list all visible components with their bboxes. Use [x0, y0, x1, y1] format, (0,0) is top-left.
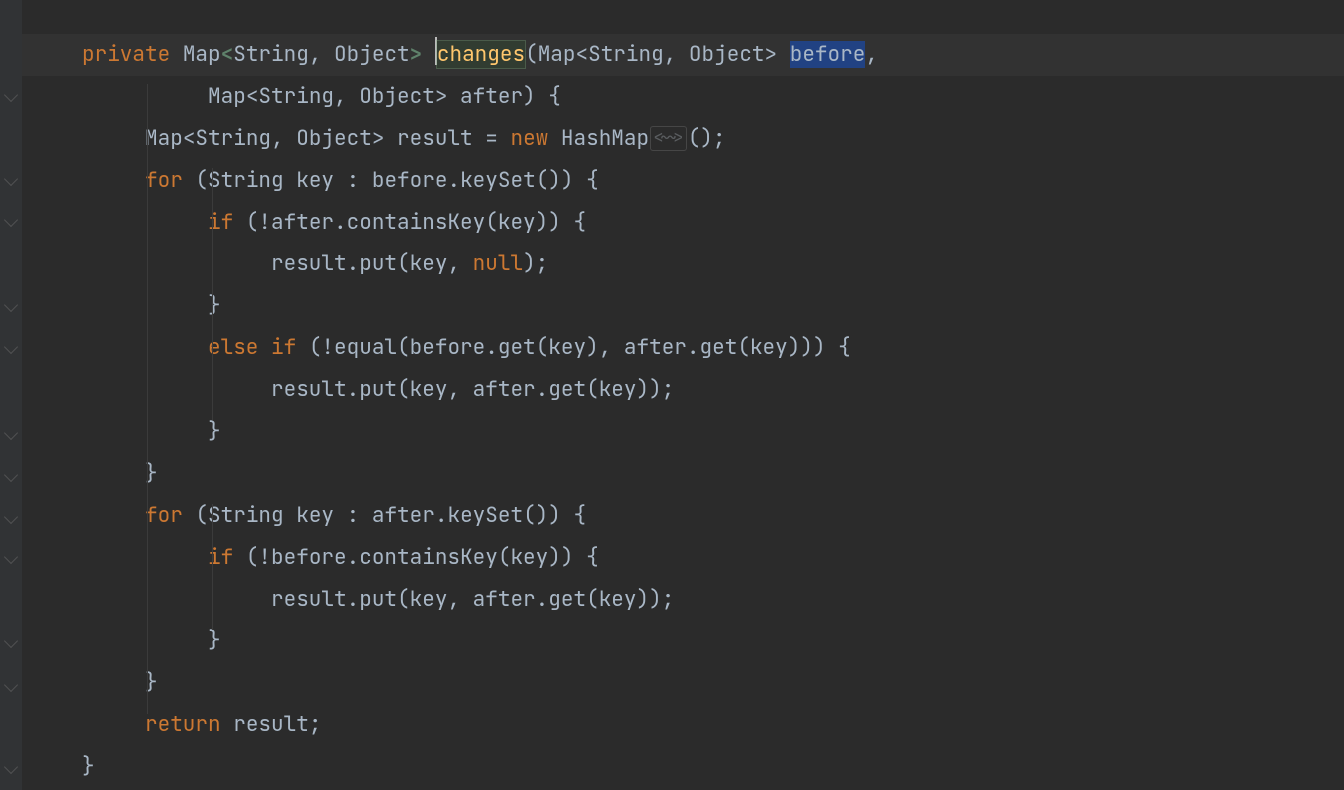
- fold-marker-icon[interactable]: [4, 510, 18, 524]
- code-line[interactable]: for (String key : after.keySet()) {: [22, 495, 1344, 537]
- code-line[interactable]: }: [22, 746, 1344, 788]
- code-line[interactable]: else if (!equal(before.get(key), after.g…: [22, 327, 1344, 369]
- fold-marker-icon[interactable]: [4, 634, 18, 648]
- fold-marker-icon[interactable]: [4, 550, 18, 564]
- code-line[interactable]: }: [22, 285, 1344, 327]
- code-line[interactable]: }: [22, 453, 1344, 495]
- code-line[interactable]: result.put(key, after.get(key));: [22, 369, 1344, 411]
- fold-marker-icon[interactable]: [4, 213, 18, 227]
- code-line[interactable]: result.put(key, null);: [22, 243, 1344, 285]
- fold-marker-icon[interactable]: [4, 468, 18, 482]
- code-line[interactable]: result.put(key, after.get(key));: [22, 579, 1344, 621]
- editor-gutter: [0, 0, 22, 790]
- inlay-hint: <~>: [650, 126, 687, 151]
- method-name: changes: [437, 41, 525, 68]
- fold-marker-icon[interactable]: [4, 760, 18, 774]
- fold-marker-icon[interactable]: [4, 426, 18, 440]
- code-line[interactable]: return result;: [22, 704, 1344, 746]
- fold-marker-icon[interactable]: [4, 172, 18, 186]
- code-line[interactable]: }: [22, 411, 1344, 453]
- code-line[interactable]: private Map<String, Object> changes(Map<…: [22, 34, 1344, 76]
- fold-marker-icon[interactable]: [4, 298, 18, 312]
- fold-marker-icon[interactable]: [4, 678, 18, 692]
- code-line[interactable]: }: [22, 662, 1344, 704]
- code-line[interactable]: Map<String, Object> result = new HashMap…: [22, 118, 1344, 160]
- code-line[interactable]: if (!before.containsKey(key)) {: [22, 537, 1344, 579]
- code-line[interactable]: for (String key : before.keySet()) {: [22, 160, 1344, 202]
- code-line[interactable]: Map<String, Object> after) {: [22, 76, 1344, 118]
- code-line[interactable]: if (!after.containsKey(key)) {: [22, 202, 1344, 244]
- fold-marker-icon[interactable]: [4, 88, 18, 102]
- code-line[interactable]: }: [22, 620, 1344, 662]
- fold-marker-icon[interactable]: [4, 340, 18, 354]
- keyword: private: [82, 41, 170, 68]
- code-editor[interactable]: private Map<String, Object> changes(Map<…: [22, 0, 1344, 790]
